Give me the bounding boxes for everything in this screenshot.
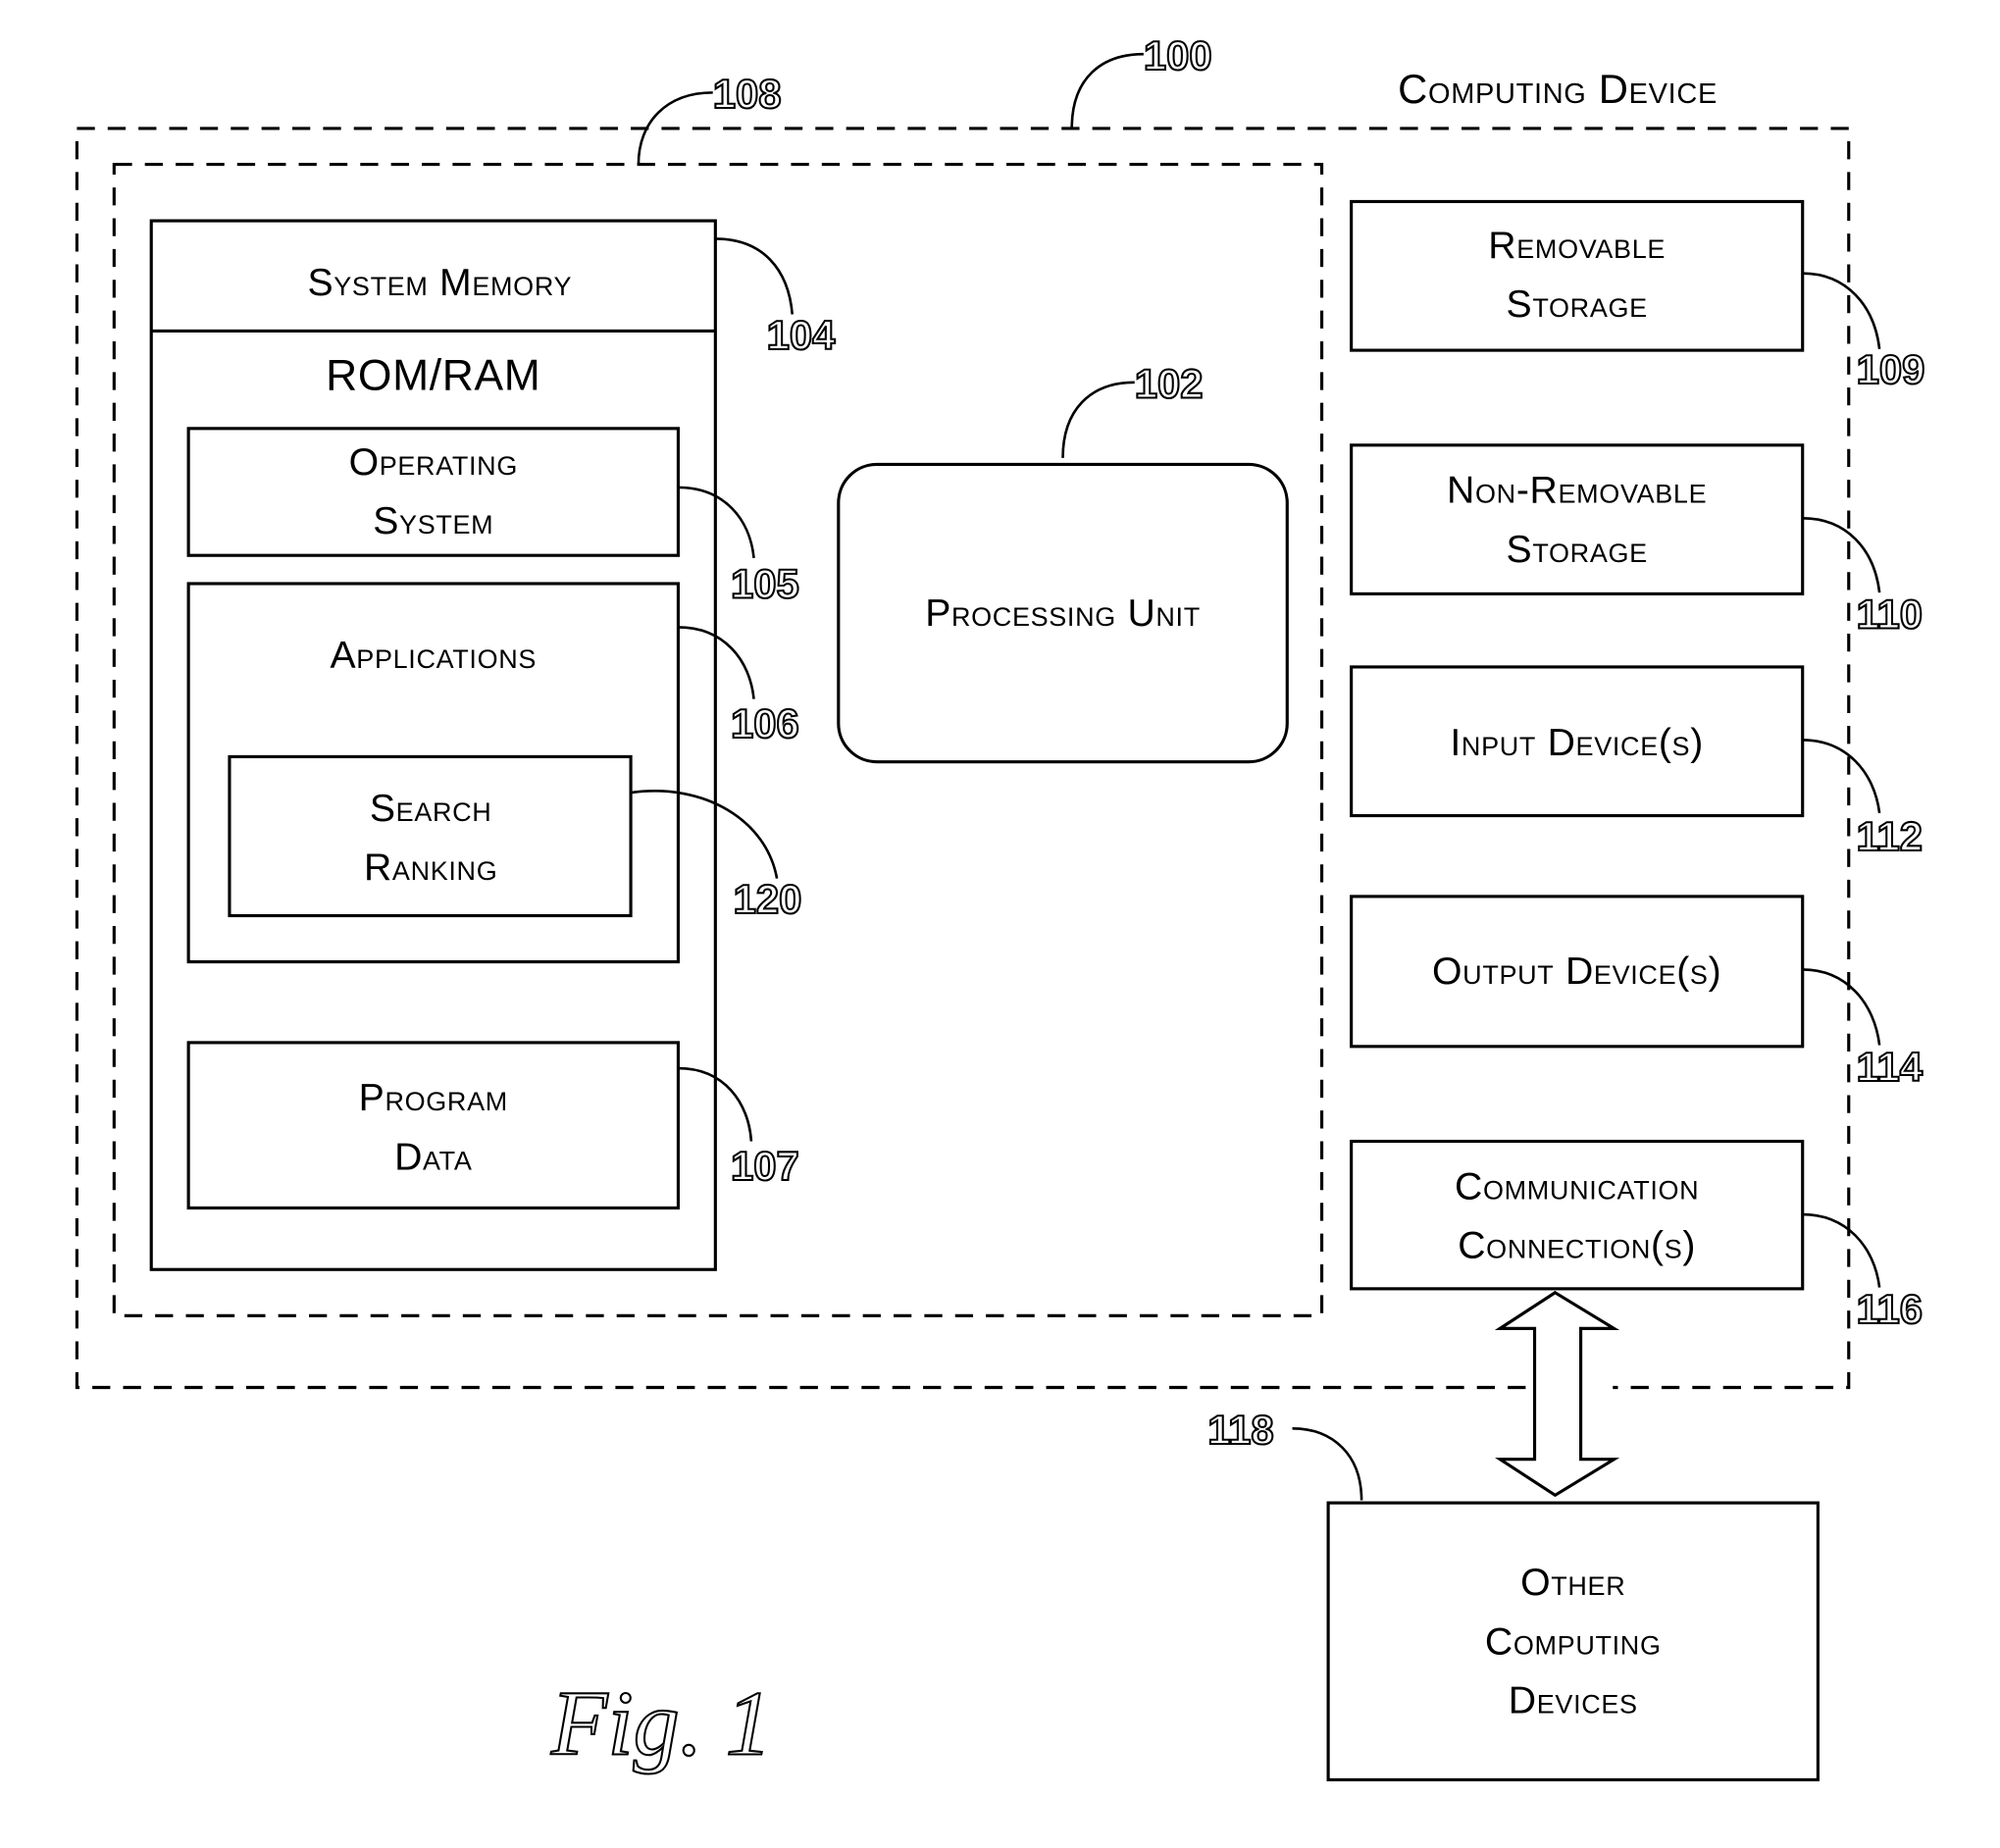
leader-114 [1802, 968, 1881, 1046]
input-devices-label: Input Device(s) [1450, 722, 1704, 764]
ref-106: 106 [731, 700, 799, 746]
leader-112 [1802, 739, 1881, 814]
communication-connections-label-line2: Connection(s) [1458, 1224, 1696, 1266]
system-memory-label: System Memory [307, 262, 572, 304]
ref-120: 120 [734, 876, 802, 922]
figure-caption: Fig. 1 [550, 1672, 772, 1774]
program-data-box[interactable] [186, 1041, 680, 1210]
ref-109: 109 [1857, 346, 1925, 392]
leader-104 [715, 237, 795, 315]
leader-120 [630, 790, 779, 879]
non-removable-storage-box[interactable] [1350, 443, 1805, 596]
leader-109 [1802, 272, 1881, 349]
operating-system-label-line2: System [373, 500, 493, 542]
ref-107: 107 [731, 1143, 799, 1189]
leader-116 [1802, 1212, 1881, 1288]
computing-device-title: Computing Device [1398, 66, 1718, 112]
ref-102: 102 [1135, 360, 1204, 406]
output-devices-label: Output Device(s) [1432, 950, 1721, 993]
arrow-mask [1533, 1371, 1614, 1404]
removable-storage-label-line2: Storage [1507, 283, 1648, 326]
communication-connections-label-line1: Communication [1455, 1165, 1699, 1207]
ref-104: 104 [767, 312, 837, 358]
leader-102 [1061, 381, 1135, 458]
search-ranking-box[interactable] [228, 754, 633, 918]
applications-label: Applications [331, 635, 538, 677]
other-computing-devices-label-line3: Devices [1509, 1679, 1638, 1721]
ref-105: 105 [731, 560, 799, 606]
rom-ram-label: ROM/RAM [326, 352, 540, 400]
non-removable-storage-label-line1: Non-Removable [1447, 470, 1707, 512]
ref-108: 108 [713, 71, 782, 117]
ref-114: 114 [1857, 1044, 1923, 1090]
other-computing-devices-label-line2: Computing [1485, 1620, 1662, 1663]
ref-100: 100 [1144, 32, 1212, 78]
ref-116: 116 [1857, 1286, 1923, 1332]
other-computing-devices-label-line1: Other [1520, 1562, 1625, 1604]
program-data-label-line1: Program [359, 1077, 508, 1119]
ref-110: 110 [1857, 591, 1923, 638]
basic-configuration-boundary [112, 163, 1324, 1317]
processing-unit-label: Processing Unit [925, 592, 1201, 635]
computing-device-diagram: Computing Device 100 108 System Memory R… [75, 31, 1925, 1782]
leader-118 [1292, 1427, 1363, 1501]
removable-storage-label-line1: Removable [1488, 225, 1666, 267]
non-removable-storage-label-line2: Storage [1507, 529, 1648, 571]
search-ranking-label-line2: Ranking [364, 847, 497, 889]
operating-system-label-line1: Operating [349, 441, 518, 484]
leader-100 [1070, 52, 1144, 128]
program-data-label-line2: Data [394, 1136, 472, 1178]
ref-112: 112 [1857, 813, 1923, 859]
leader-110 [1802, 517, 1881, 593]
search-ranking-label-line1: Search [370, 788, 492, 830]
ref-118: 118 [1207, 1407, 1273, 1453]
